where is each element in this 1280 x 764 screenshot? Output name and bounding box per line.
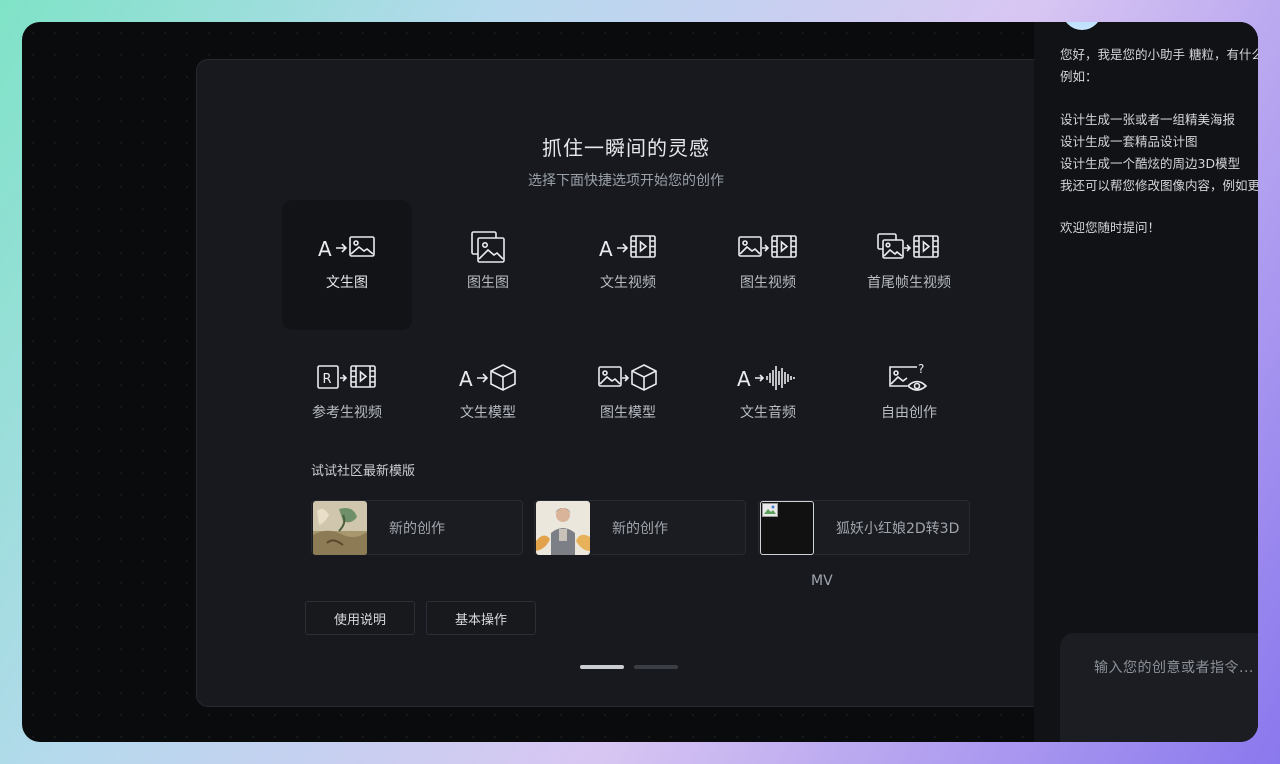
option-image-to-video[interactable]: 图生视频 bbox=[703, 200, 833, 330]
assistant-message-line: 设计生成一个酷炫的周边3D模型 bbox=[1060, 156, 1241, 171]
text-to-image-icon: A bbox=[317, 230, 377, 264]
reference-to-video-icon: R bbox=[316, 360, 378, 394]
template-name: 新的创作 bbox=[389, 520, 445, 537]
option-text-to-image[interactable]: A 文生图 bbox=[282, 200, 412, 330]
template-name-wrap: MV bbox=[811, 573, 833, 589]
svg-text:?: ? bbox=[918, 362, 924, 376]
assistant-message-line: 设计生成一张或者一组精美海报 bbox=[1060, 112, 1236, 127]
assistant-message-line: 您好，我是您的小助手 糖粒，有什么可以帮您的 bbox=[1060, 47, 1258, 62]
community-templates-title: 试试社区最新模版 bbox=[311, 464, 416, 479]
assistant-message-line: 我还可以帮您修改图像内容，例如更换背景 bbox=[1060, 178, 1258, 193]
pagination-dot[interactable] bbox=[634, 665, 678, 669]
option-text-to-video[interactable]: A 文生视频 bbox=[563, 200, 693, 330]
svg-text:A: A bbox=[459, 367, 473, 391]
option-text-to-model[interactable]: A 文生模型 bbox=[423, 330, 553, 460]
option-free-creation[interactable]: ? 自由创作 bbox=[844, 330, 974, 460]
text-to-audio-icon: A bbox=[736, 360, 800, 394]
image-to-model-icon bbox=[597, 360, 659, 394]
assistant-avatar bbox=[1062, 22, 1102, 30]
option-frames-to-video[interactable]: 首尾帧生视频 bbox=[844, 200, 974, 330]
option-reference-to-video[interactable]: R 参考生视频 bbox=[282, 330, 412, 460]
basic-operations-button[interactable]: 基本操作 bbox=[426, 601, 536, 635]
option-image-to-image[interactable]: 图生图 bbox=[423, 200, 553, 330]
option-label: 文生图 bbox=[326, 275, 368, 291]
assistant-message-line: 设计生成一套精品设计图 bbox=[1060, 134, 1198, 149]
svg-text:A: A bbox=[737, 367, 751, 391]
quick-start-modal: × 抓住一瞬间的灵感 选择下面快捷选项开始您的创作 A 文生图 bbox=[196, 59, 1058, 707]
option-label: 图生模型 bbox=[600, 405, 656, 421]
free-creation-icon: ? bbox=[887, 360, 931, 394]
template-name: 新的创作 bbox=[612, 520, 668, 537]
assistant-panel: 您好，我是您的小助手 糖粒，有什么可以帮您的 例如： 设计生成一张或者一组精美海… bbox=[1034, 22, 1258, 742]
option-image-to-model[interactable]: 图生模型 bbox=[563, 330, 693, 460]
option-label: 文生模型 bbox=[460, 405, 516, 421]
svg-text:R: R bbox=[323, 372, 332, 387]
image-to-image-icon bbox=[470, 230, 506, 264]
template-card[interactable]: 狐妖小红娘2D转3D bbox=[758, 500, 970, 555]
template-card[interactable]: 新的创作 bbox=[534, 500, 746, 555]
image-to-video-icon bbox=[737, 230, 799, 264]
option-label: 首尾帧生视频 bbox=[867, 275, 951, 291]
option-text-to-audio[interactable]: A 文生音频 bbox=[703, 330, 833, 460]
template-thumbnail-broken-image-icon bbox=[760, 500, 814, 555]
frames-to-video-icon bbox=[876, 230, 942, 264]
text-to-video-icon: A bbox=[598, 230, 658, 264]
svg-text:A: A bbox=[318, 237, 332, 261]
svg-text:A: A bbox=[599, 237, 613, 261]
option-label: 图生图 bbox=[467, 275, 509, 291]
template-thumbnail bbox=[536, 500, 590, 555]
modal-title: 抓住一瞬间的灵感 bbox=[542, 136, 710, 160]
option-label: 文生音频 bbox=[740, 405, 796, 421]
option-label: 自由创作 bbox=[881, 405, 937, 421]
option-label: 文生视频 bbox=[600, 275, 656, 291]
template-name: 狐妖小红娘2D转3D bbox=[836, 520, 960, 537]
modal-subtitle: 选择下面快捷选项开始您的创作 bbox=[528, 173, 724, 189]
option-label: 图生视频 bbox=[740, 275, 796, 291]
assistant-message-line: 例如： bbox=[1060, 69, 1098, 84]
usage-guide-button[interactable]: 使用说明 bbox=[305, 601, 415, 635]
text-to-model-icon: A bbox=[458, 360, 518, 394]
chat-input-container bbox=[1060, 633, 1258, 742]
template-card[interactable]: 新的创作 bbox=[311, 500, 523, 555]
app-window: × 抓住一瞬间的灵感 选择下面快捷选项开始您的创作 A 文生图 bbox=[22, 22, 1258, 742]
template-thumbnail bbox=[313, 500, 367, 555]
assistant-message-line: 欢迎您随时提问！ bbox=[1060, 220, 1161, 235]
option-label: 参考生视频 bbox=[312, 405, 382, 421]
chat-input[interactable] bbox=[1092, 659, 1258, 677]
pagination-dot-active[interactable] bbox=[580, 665, 624, 669]
